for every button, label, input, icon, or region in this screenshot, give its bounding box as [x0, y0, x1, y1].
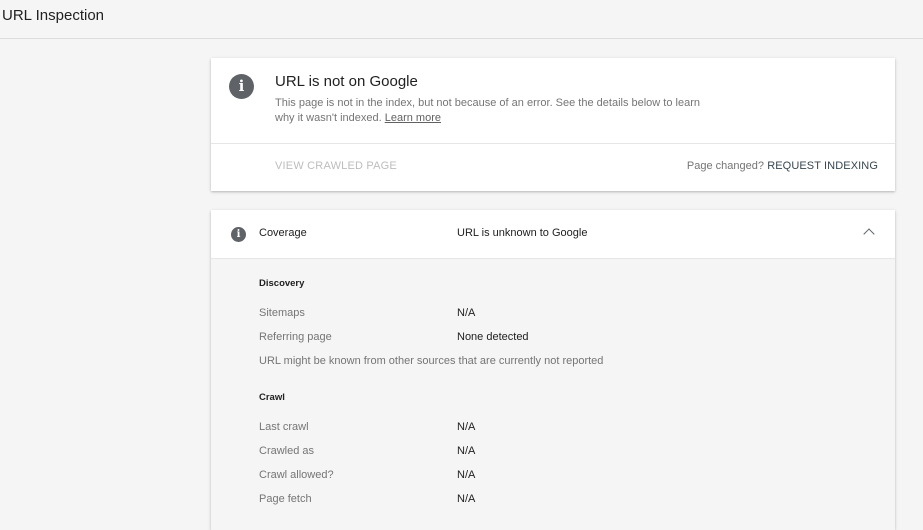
page-title: URL Inspection	[2, 7, 104, 24]
sitemaps-value: N/A	[457, 307, 476, 319]
chevron-up-icon[interactable]	[863, 228, 875, 240]
status-headline: URL is not on Google	[275, 73, 418, 90]
coverage-header[interactable]: i Coverage URL is unknown to Google	[211, 210, 895, 259]
learn-more-link[interactable]: Learn more	[385, 112, 441, 124]
status-description: This page is not in the index, but not b…	[275, 96, 715, 126]
sitemaps-label: Sitemaps	[259, 307, 305, 319]
request-indexing-button[interactable]: REQUEST INDEXING	[767, 160, 878, 172]
discovery-section-title: Discovery	[259, 278, 305, 289]
coverage-label: Coverage	[259, 227, 307, 239]
coverage-card: i Coverage URL is unknown to Google Disc…	[211, 210, 895, 530]
index-status-card: i URL is not on Google This page is not …	[211, 58, 895, 191]
last-crawl-value: N/A	[457, 421, 476, 433]
crawl-allowed-label: Crawl allowed?	[259, 469, 334, 481]
crawled-as-label: Crawled as	[259, 445, 315, 457]
last-crawl-label: Last crawl	[259, 421, 309, 433]
page-fetch-value: N/A	[457, 493, 476, 505]
info-icon: i	[231, 227, 246, 242]
page-fetch-label: Page fetch	[259, 493, 312, 505]
info-icon: i	[229, 74, 254, 99]
referring-page-label: Referring page	[259, 331, 332, 343]
card-divider	[211, 143, 895, 144]
status-description-text: This page is not in the index, but not b…	[275, 97, 700, 124]
top-bar: URL Inspection	[0, 0, 923, 39]
crawl-allowed-value: N/A	[457, 469, 476, 481]
referring-page-value: None detected	[457, 331, 529, 343]
view-crawled-page-button[interactable]: VIEW CRAWLED PAGE	[275, 160, 397, 172]
page-changed-label: Page changed?	[686, 160, 764, 172]
crawl-section-title: Crawl	[259, 392, 285, 403]
discovery-note: URL might be known from other sources th…	[259, 355, 604, 367]
crawled-as-value: N/A	[457, 445, 476, 457]
coverage-value: URL is unknown to Google	[457, 227, 588, 239]
